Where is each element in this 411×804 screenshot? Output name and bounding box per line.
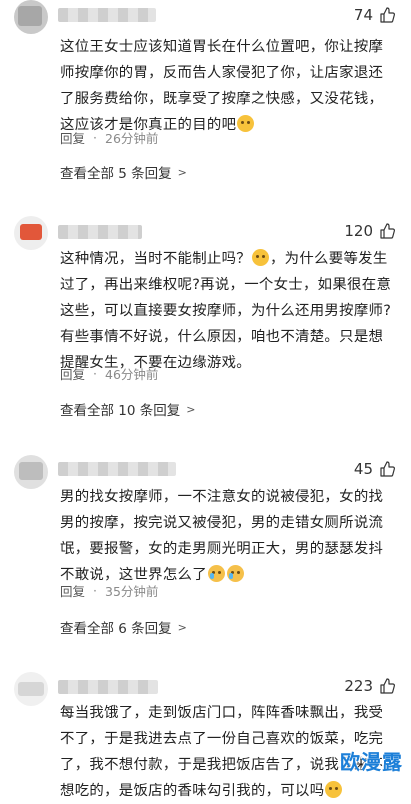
reply-button[interactable]: 回复 [60, 581, 85, 600]
like-button[interactable]: 45 [354, 460, 395, 478]
chevron-right-icon: > [186, 402, 196, 416]
grin-emoji [251, 249, 269, 266]
comment-text-body: 这位王女士应该知道胃长在什么位置吧，你让按摩师按摩你的胃，反而告人家侵犯了你，让… [60, 39, 384, 133]
reply-button[interactable]: 回复 [60, 364, 85, 383]
timestamp: 26分钟前 [105, 131, 159, 146]
view-all-replies-label: 查看全部 6 条回复 [60, 621, 172, 637]
comment-text: 这位王女士应该知道胃长在什么位置吧，你让按摩师按摩你的胃，反而告人家侵犯了你，让… [60, 34, 396, 138]
thumbs-up-icon [380, 223, 395, 239]
comment-meta: 回复 · 26分钟前 [60, 128, 158, 147]
thumbs-up-icon [380, 678, 395, 694]
avatar[interactable] [14, 455, 48, 489]
comment-meta: 回复 · 35分钟前 [60, 581, 158, 600]
comment-meta: 回复 · 46分钟前 [60, 364, 158, 383]
username[interactable] [58, 680, 158, 694]
view-all-replies[interactable]: 查看全部 10 条回复 > [60, 399, 196, 420]
thumbs-up-icon [380, 7, 395, 23]
like-button[interactable]: 120 [344, 222, 395, 240]
watermark-logo: 欧漫露 [340, 750, 403, 774]
like-button[interactable]: 74 [354, 6, 395, 24]
avatar[interactable] [14, 0, 48, 34]
timestamp: 46分钟前 [105, 367, 159, 382]
separator-dot: · [93, 130, 97, 145]
crying-emoji [207, 565, 225, 582]
view-all-replies[interactable]: 查看全部 5 条回复 > [60, 162, 187, 183]
reply-button[interactable]: 回复 [60, 128, 85, 147]
like-button[interactable]: 223 [344, 677, 395, 695]
view-all-replies[interactable]: 查看全部 6 条回复 > [60, 617, 187, 638]
thumbs-up-icon [380, 461, 395, 477]
username[interactable] [58, 225, 142, 239]
comment-text: 这种情况，当时不能制止吗？ ，为什么要等发生过了，再出来维权呢?再说，一个女士，如… [60, 246, 396, 376]
crying-emoji [226, 565, 244, 582]
like-count: 120 [344, 222, 373, 240]
view-all-replies-label: 查看全部 10 条回复 [60, 403, 181, 419]
like-count: 223 [344, 677, 373, 695]
view-all-replies-label: 查看全部 5 条回复 [60, 166, 172, 182]
separator-dot: · [93, 583, 97, 598]
smile-emoji [237, 115, 255, 132]
username[interactable] [58, 462, 176, 476]
like-count: 45 [353, 460, 373, 478]
avatar[interactable] [14, 216, 48, 250]
chevron-right-icon: > [177, 620, 187, 634]
avatar[interactable] [14, 672, 48, 706]
comment-text-body-cont: ，为什么要等发生过了，再出来维权呢?再说，一个女士，如果很在意这些，可以直接要女… [60, 251, 392, 371]
smile-emoji [325, 781, 343, 798]
separator-dot: · [93, 366, 97, 381]
chevron-right-icon: > [177, 165, 187, 179]
timestamp: 35分钟前 [105, 584, 159, 599]
like-count: 74 [353, 6, 373, 24]
username[interactable] [58, 8, 156, 22]
comment-text: 男的找女按摩师，一不注意女的说被侵犯，女的找男的按摩，按完说又被侵犯，男的走错女… [60, 484, 396, 588]
comment-text-body: 这种情况，当时不能制止吗？ [60, 251, 251, 267]
